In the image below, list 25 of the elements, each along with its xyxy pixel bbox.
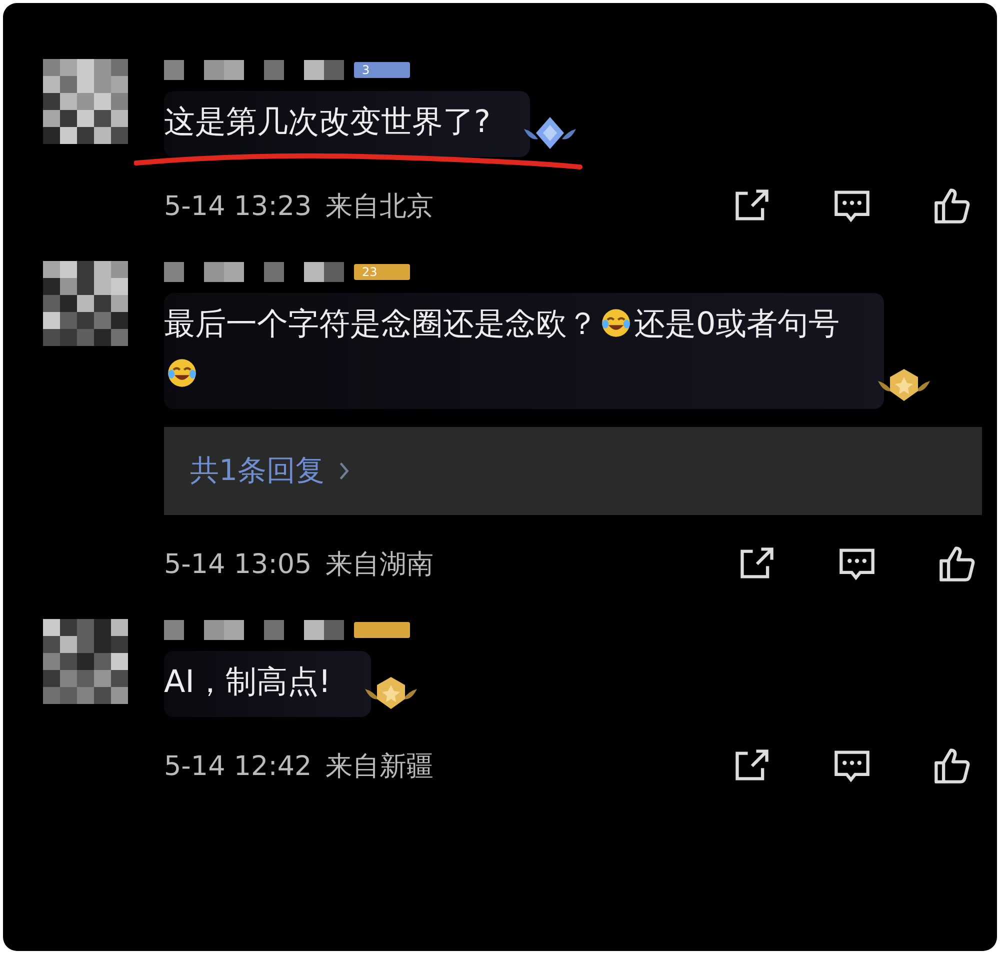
laughing-emoji-icon	[600, 307, 632, 339]
pixelated-avatar[interactable]	[43, 261, 128, 346]
comment-location: 来自北京	[326, 190, 434, 224]
comment-time: 5-14 13:05	[164, 548, 312, 580]
pixelated-name[interactable]	[164, 620, 344, 640]
comment-text: 还是0或者句号	[634, 306, 840, 342]
pixelated-name[interactable]	[164, 60, 344, 80]
comment-text: 这是第几次改变世界了?	[164, 104, 490, 140]
like-icon[interactable]	[933, 187, 971, 225]
laughing-emoji-icon	[166, 357, 198, 389]
comment-time: 5-14 13:23	[164, 190, 312, 222]
comment-text: AI，制高点!	[164, 664, 331, 700]
chevron-icon	[338, 461, 350, 481]
pixelated-avatar[interactable]	[43, 59, 128, 144]
comment-time: 5-14 12:42	[164, 750, 312, 782]
pixelated-name[interactable]	[164, 262, 344, 282]
pixelated-avatar[interactable]	[43, 619, 128, 704]
level-tag: 23	[354, 264, 410, 280]
like-icon[interactable]	[933, 747, 971, 785]
level-tag: 3	[354, 62, 410, 78]
like-icon[interactable]	[938, 545, 976, 583]
comment-location: 来自新疆	[326, 750, 434, 784]
comment-location: 来自湖南	[326, 548, 434, 582]
comment-text: 最后一个字符是念圈还是念欧？	[164, 306, 598, 342]
replies-link[interactable]: 共1条回复	[164, 427, 982, 515]
